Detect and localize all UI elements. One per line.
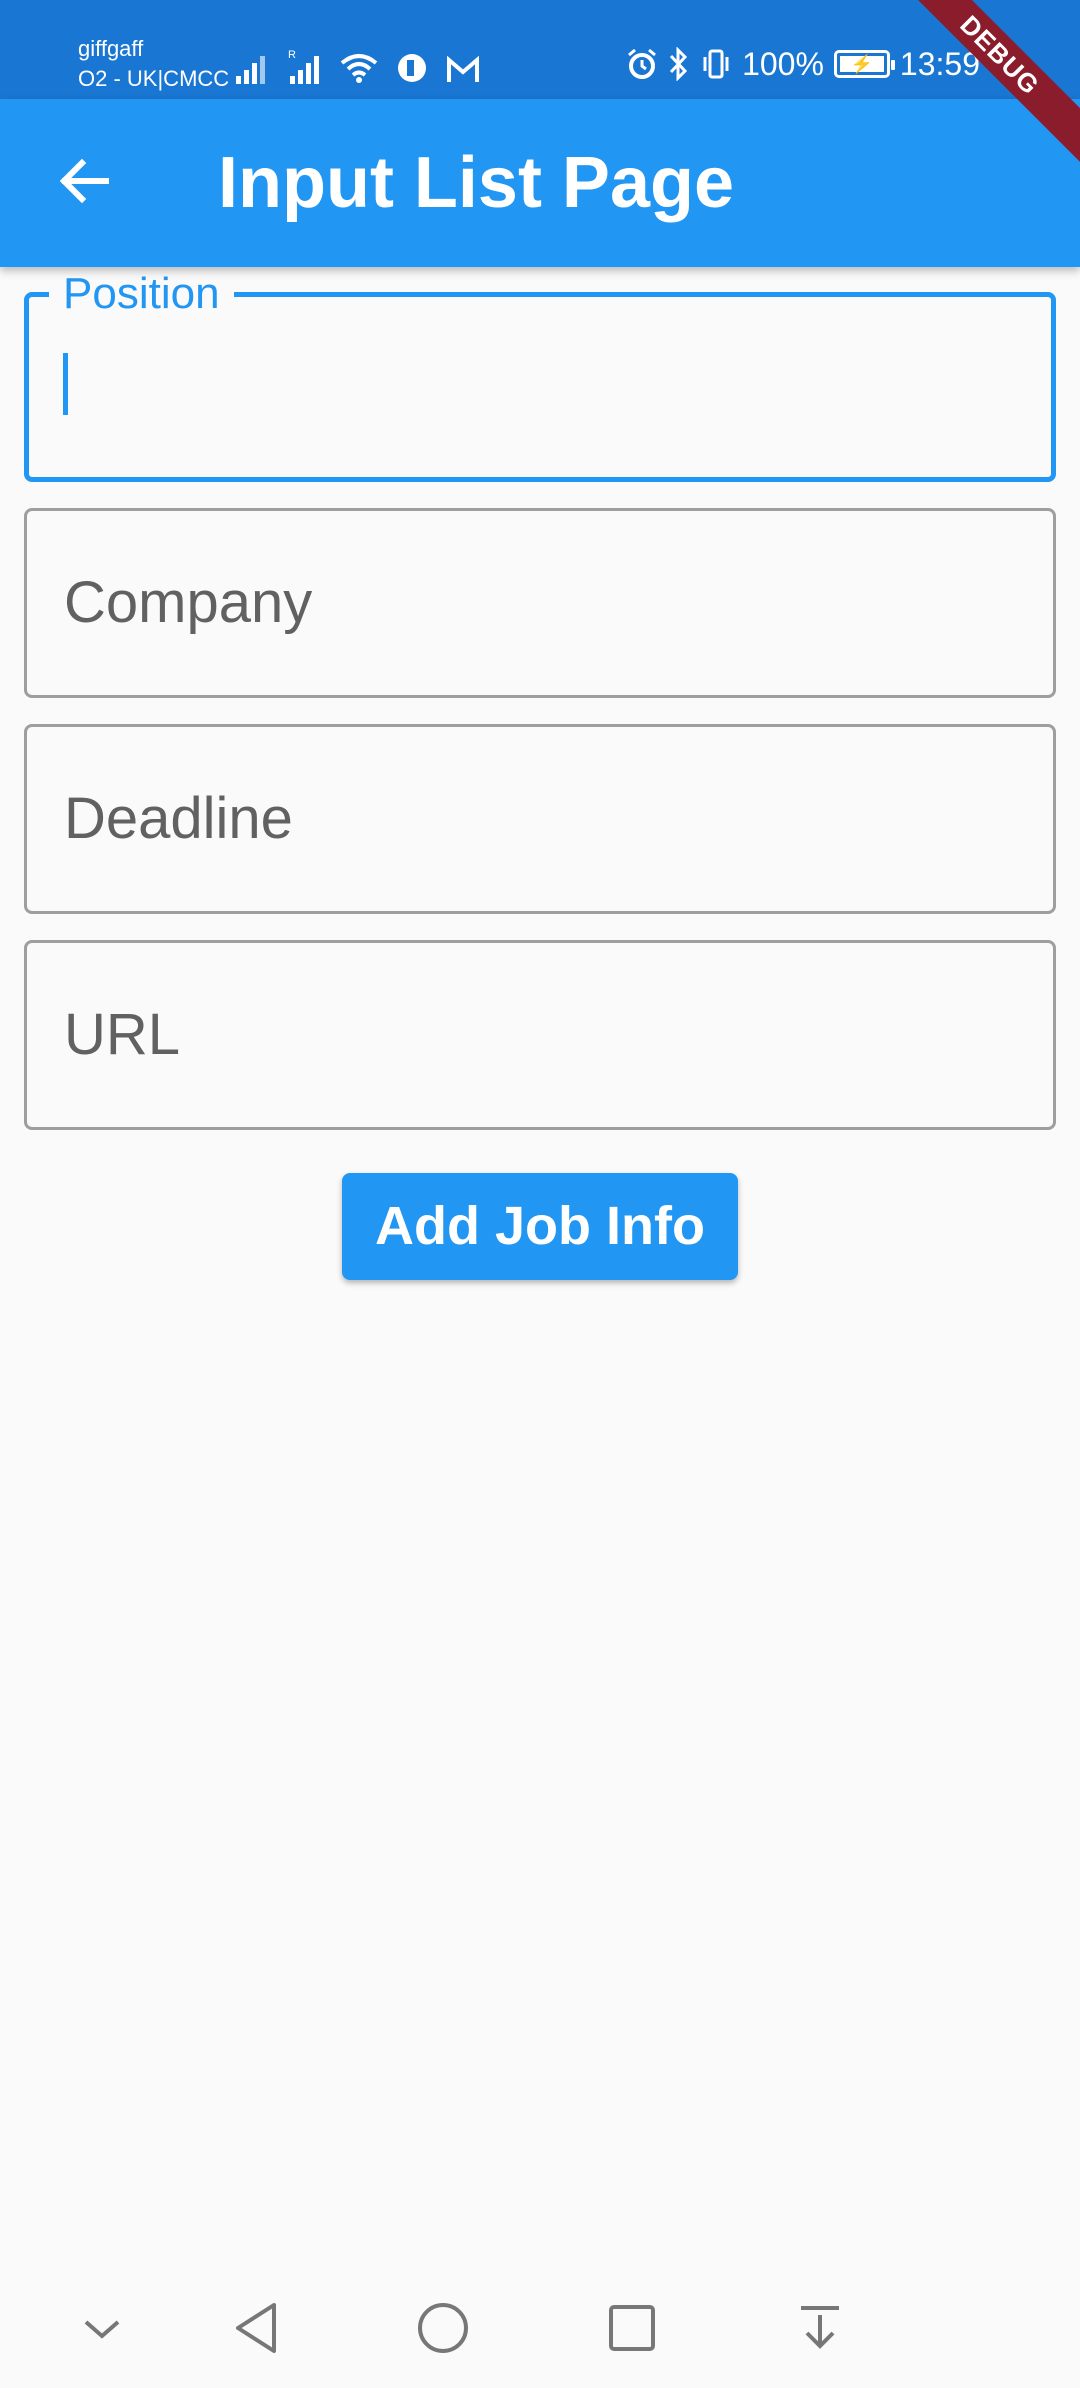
company-field[interactable]: Company xyxy=(24,508,1056,698)
add-job-info-button[interactable]: Add Job Info xyxy=(342,1173,738,1280)
bluetooth-icon xyxy=(668,47,690,81)
vibrate-icon xyxy=(700,48,732,80)
carrier-line-2: O2 - UK|CMCC xyxy=(78,66,230,91)
nav-notification-button[interactable] xyxy=(784,2294,856,2366)
home-circle-icon xyxy=(415,2300,471,2361)
battery-percent: 100% xyxy=(742,45,824,82)
status-icons-right: 100% ⚡ 13:59 xyxy=(626,44,980,84)
back-button[interactable] xyxy=(42,141,126,225)
battery-charging-icon: ⚡ xyxy=(833,50,895,78)
app-notification-icon xyxy=(396,52,428,84)
system-nav-bar xyxy=(0,2272,1080,2388)
carrier-line-1: giffgaff xyxy=(78,36,144,61)
app-bar: Input List Page xyxy=(0,99,1080,267)
notification-pull-icon xyxy=(795,2303,845,2358)
chevron-down-icon xyxy=(80,2306,124,2355)
status-icons-left: R xyxy=(236,44,480,84)
url-placeholder: URL xyxy=(64,1002,181,1067)
company-placeholder: Company xyxy=(64,570,313,635)
nav-recents-button[interactable] xyxy=(596,2294,668,2366)
position-label: Position xyxy=(49,267,234,321)
arrow-back-icon xyxy=(56,153,112,214)
nav-back-button[interactable] xyxy=(220,2294,292,2366)
position-field[interactable]: Position xyxy=(24,267,1056,482)
deadline-field[interactable]: Deadline xyxy=(24,724,1056,914)
status-bar: giffgaff O2 - UK|CMCC R 100% ⚡ 13:59 xyxy=(0,0,1080,99)
recents-square-icon xyxy=(604,2300,660,2361)
url-field[interactable]: URL xyxy=(24,940,1056,1130)
nav-collapse-button[interactable] xyxy=(66,2294,138,2366)
nav-home-button[interactable] xyxy=(407,2294,479,2366)
svg-text:R: R xyxy=(288,49,296,61)
text-cursor xyxy=(63,353,68,415)
signal-icon xyxy=(236,52,270,84)
clock: 13:59 xyxy=(899,45,980,82)
deadline-placeholder: Deadline xyxy=(64,786,293,851)
gmail-icon xyxy=(446,56,480,84)
carrier-info: giffgaff O2 - UK|CMCC xyxy=(78,34,229,94)
page-title: Input List Page xyxy=(218,143,735,223)
back-triangle-icon xyxy=(228,2300,284,2361)
signal-roaming-icon: R xyxy=(288,48,322,84)
alarm-icon xyxy=(626,48,658,80)
wifi-icon xyxy=(340,52,378,84)
